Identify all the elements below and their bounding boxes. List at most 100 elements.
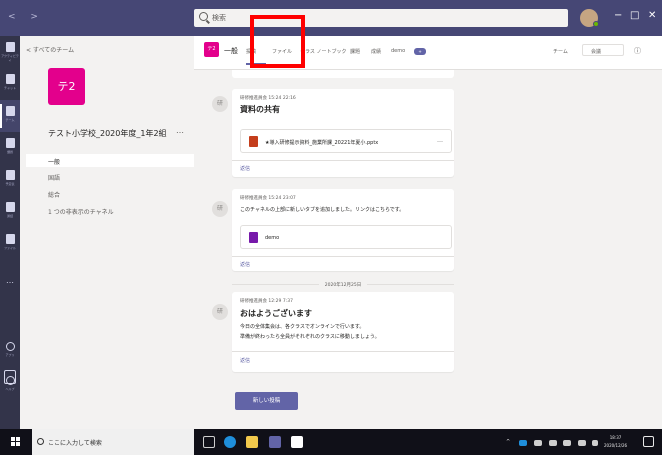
- close-button[interactable]: ✕: [648, 10, 656, 21]
- apps-icon: [5, 342, 15, 351]
- assignments-icon: [5, 138, 15, 148]
- volume-icon[interactable]: [563, 440, 571, 446]
- team-more-options-icon[interactable]: …: [176, 126, 184, 135]
- rail-chat[interactable]: チャット: [0, 68, 20, 100]
- rail-teams-label: チーム: [5, 118, 15, 122]
- edge-icon[interactable]: [224, 436, 236, 448]
- pen-icon[interactable]: [578, 440, 586, 446]
- date-divider: 2020年12月25日: [232, 280, 454, 288]
- team-name: テスト小学校_2020年度_1年2組: [48, 129, 167, 138]
- post-meta: 研修推進員会 15:24 22:16: [240, 96, 296, 101]
- taskbar-search-input[interactable]: ここに入力して検索: [32, 429, 194, 455]
- new-post-label: 新しい投稿: [252, 398, 281, 404]
- powerpoint-file-icon: [249, 136, 258, 147]
- team-button[interactable]: チーム: [553, 48, 568, 55]
- add-tab-icon[interactable]: +: [414, 48, 426, 55]
- channel-general[interactable]: 一般: [48, 157, 60, 166]
- rail-calendar[interactable]: 予定表: [0, 164, 20, 196]
- task-view-icon[interactable]: [203, 436, 215, 448]
- network-icon[interactable]: [549, 440, 557, 446]
- rail-teams[interactable]: チーム: [0, 100, 20, 132]
- reply-button[interactable]: 返信: [240, 261, 250, 268]
- taskbar-search-placeholder: ここに入力して検索: [48, 440, 102, 447]
- post-body: このチャネルの上部に新しいタブを追加しました。リンクはこちらです。: [240, 207, 405, 213]
- tab-demo[interactable]: demo: [391, 48, 405, 54]
- rail-assignments[interactable]: 課題: [0, 132, 20, 164]
- back-to-all-teams[interactable]: < すべてのチーム: [26, 45, 74, 54]
- rail-calls[interactable]: 通話: [0, 196, 20, 228]
- device-icon[interactable]: [4, 370, 16, 384]
- attachment-name: ★導入研修提示資料_施業所課_20221年夏小.pptx: [265, 140, 379, 146]
- rail-files-label: ファイル: [3, 246, 16, 250]
- nav-arrows[interactable]: < >: [8, 12, 44, 22]
- annotation-highlight-box: [250, 15, 305, 68]
- notifications-icon[interactable]: [643, 436, 654, 447]
- rail-chat-label: チャット: [4, 86, 16, 90]
- tray-chevron-icon[interactable]: ^: [506, 439, 510, 445]
- files-icon: [5, 234, 15, 244]
- post-body-line: 今日の全体集会は、各クラスでオンラインで行います。: [240, 324, 365, 330]
- rail-apps[interactable]: アプリ: [0, 342, 20, 357]
- rail-help-label: ヘルプ: [5, 387, 15, 391]
- attachment-more-icon[interactable]: …: [437, 137, 443, 144]
- divider: [232, 256, 454, 257]
- reply-button[interactable]: 返信: [240, 357, 250, 364]
- date-divider-label: 2020年12月25日: [318, 283, 368, 288]
- teams-taskbar-icon[interactable]: [269, 436, 281, 448]
- onedrive-icon[interactable]: [519, 440, 527, 446]
- attachment-card[interactable]: demo: [240, 225, 452, 249]
- rail-apps-label: アプリ: [5, 353, 15, 357]
- post-meta: 研修推進員会 15:24 23:07: [240, 196, 296, 201]
- info-icon[interactable]: ⓘ: [634, 46, 641, 56]
- meet-button-label: 会議: [591, 49, 602, 55]
- rail-files[interactable]: ファイル: [0, 228, 20, 260]
- rail-activity-label: アクティビティ: [1, 54, 19, 62]
- onenote-icon: [249, 232, 258, 243]
- search-icon: [37, 438, 44, 445]
- maximize-button[interactable]: □: [630, 10, 639, 21]
- channel-japanese[interactable]: 国語: [48, 173, 60, 182]
- phone-icon: [5, 202, 15, 212]
- search-placeholder: 検索: [212, 14, 226, 22]
- store-icon[interactable]: [291, 436, 303, 448]
- rail-assignments-label: 課題: [6, 150, 13, 154]
- post-title: 資料の共有: [240, 105, 280, 114]
- bell-icon: [5, 42, 15, 52]
- divider: [232, 160, 454, 161]
- more-apps-icon[interactable]: …: [0, 276, 20, 285]
- file-explorer-icon[interactable]: [246, 436, 258, 448]
- new-post-button[interactable]: 新しい投稿: [235, 392, 298, 410]
- battery-icon[interactable]: [534, 440, 542, 446]
- chat-icon: [5, 74, 15, 84]
- teams-icon: [5, 106, 15, 116]
- search-icon: [199, 12, 208, 21]
- windows-start-button[interactable]: [11, 437, 21, 447]
- post-meta: 研修推進員会 12:29 7:37: [240, 299, 293, 304]
- ime-icon[interactable]: [592, 440, 598, 446]
- clock-date: 2020/12/26: [604, 443, 628, 448]
- post-avatar: 研: [212, 304, 228, 320]
- tab-assignments[interactable]: 課題: [350, 48, 360, 55]
- rail-calendar-label: 予定表: [5, 182, 15, 186]
- clock-time: 18:37: [609, 435, 622, 440]
- rail-activity[interactable]: アクティビティ: [0, 36, 20, 68]
- presence-status-icon: [593, 21, 599, 27]
- meet-button[interactable]: 会議: [582, 44, 624, 56]
- post-avatar: 研: [212, 96, 228, 112]
- calendar-icon: [5, 170, 15, 180]
- divider: [232, 351, 454, 352]
- attachment-card[interactable]: ★導入研修提示資料_施業所課_20221年夏小.pptx …: [240, 129, 452, 153]
- team-panel: [20, 36, 194, 429]
- reply-button[interactable]: 返信: [240, 165, 250, 172]
- tab-class-notebook[interactable]: クラス ノートブック: [300, 48, 347, 55]
- post-title: おはようございます: [240, 309, 312, 318]
- channel-general-studies[interactable]: 総合: [48, 190, 60, 199]
- channel-team-avatar: テ2: [204, 42, 219, 57]
- hidden-channels-link[interactable]: 1 つの非表示のチャネル: [48, 207, 114, 216]
- taskbar-clock[interactable]: 18:37 2020/12/26: [604, 434, 627, 450]
- minimize-button[interactable]: −: [614, 10, 622, 21]
- channel-title: 一般: [224, 47, 238, 55]
- tab-grades[interactable]: 成績: [371, 48, 381, 55]
- previous-post-stub: [232, 70, 454, 78]
- post-body-line: 準備が終わったら全員がそれぞれのクラスに移動しましょう。: [240, 334, 380, 340]
